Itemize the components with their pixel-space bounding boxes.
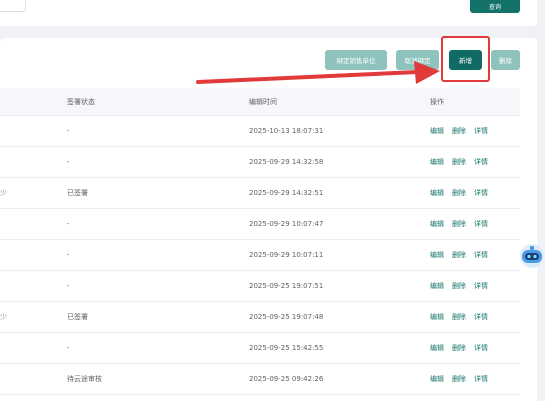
delete-link[interactable]: 删除 (452, 313, 466, 321)
cell-sign-status: - (67, 282, 70, 290)
cell-edit-time: 2025-09-25 15:42:55 (249, 344, 324, 352)
table-row: 待云途审核 2025-09-25 09:42:26 编辑 删除 详情 (0, 364, 520, 395)
delete-button[interactable]: 删除 (491, 50, 520, 70)
detail-link[interactable]: 详情 (474, 375, 488, 383)
cell-sign-status: 已签署 (67, 189, 88, 197)
search-panel: 查询 (0, 0, 537, 26)
header-edit-time: 编辑时间 (249, 98, 277, 106)
cell-actions: 编辑 删除 详情 (430, 178, 496, 209)
cell-actions: 编辑 删除 详情 (430, 333, 496, 364)
cell-edit-time: 2025-09-29 14:32:58 (249, 158, 324, 166)
bind-sales-unit-button[interactable]: 绑定销售单位 (325, 50, 387, 70)
delete-link[interactable]: 删除 (452, 189, 466, 197)
cell-edit-time: 2025-09-29 10:07:47 (249, 220, 324, 228)
cell-sign-status: 待云途审核 (67, 375, 102, 383)
cell-edit-time: 2025-09-25 19:07:48 (249, 313, 324, 321)
table-row: - 2025-09-29 14:32:58 编辑 删除 详情 (0, 147, 520, 178)
cell-sign-status: - (67, 344, 70, 352)
cell-edit-time: 2025-09-29 14:32:51 (249, 189, 324, 197)
detail-link[interactable]: 详情 (474, 251, 488, 259)
table-row: - 2025-09-25 19:07:51 编辑 删除 详情 (0, 271, 520, 302)
delete-link[interactable]: 删除 (452, 282, 466, 290)
cell-edit-time: 2025-09-29 10:07:11 (249, 251, 324, 259)
delete-link[interactable]: 删除 (452, 344, 466, 352)
assistant-robot-icon[interactable] (517, 242, 545, 270)
detail-link[interactable]: 详情 (474, 189, 488, 197)
edit-link[interactable]: 编辑 (430, 127, 444, 135)
edit-link[interactable]: 编辑 (430, 375, 444, 383)
cell-sign-status: - (67, 220, 70, 228)
edit-link[interactable]: 编辑 (430, 189, 444, 197)
table-row: - 2025-09-25 15:42:55 编辑 删除 详情 (0, 333, 520, 364)
cell-sign-status: - (67, 127, 70, 135)
detail-link[interactable]: 详情 (474, 158, 488, 166)
page-scroll-area (537, 0, 545, 401)
detail-link[interactable]: 详情 (474, 127, 488, 135)
table-header: 签署状态 编辑时间 操作 (0, 88, 520, 116)
cell-actions: 编辑 删除 详情 (430, 271, 496, 302)
cell-truncated: 少 (0, 313, 7, 321)
delete-link[interactable]: 删除 (452, 375, 466, 383)
header-sign-status: 签署状态 (67, 98, 95, 106)
detail-link[interactable]: 详情 (474, 282, 488, 290)
add-button[interactable]: 新增 (449, 50, 482, 70)
cell-sign-status: - (67, 251, 70, 259)
edit-link[interactable]: 编辑 (430, 158, 444, 166)
detail-link[interactable]: 详情 (474, 344, 488, 352)
table-row: - 2025-10-13 18:07:31 编辑 删除 详情 (0, 116, 520, 147)
cell-truncated: 少 (0, 189, 7, 197)
query-button[interactable]: 查询 (470, 0, 520, 13)
detail-link[interactable]: 详情 (474, 313, 488, 321)
cell-actions: 编辑 删除 详情 (430, 364, 496, 395)
edit-link[interactable]: 编辑 (430, 344, 444, 352)
cell-actions: 编辑 删除 详情 (430, 240, 496, 271)
search-field[interactable] (0, 0, 26, 12)
delete-link[interactable]: 删除 (452, 127, 466, 135)
cell-sign-status: - (67, 158, 70, 166)
cell-actions: 编辑 删除 详情 (430, 209, 496, 240)
cell-sign-status: 已签署 (67, 313, 88, 321)
cell-edit-time: 2025-09-25 09:42:26 (249, 375, 324, 383)
table-row: - 2025-09-29 10:07:47 编辑 删除 详情 (0, 209, 520, 240)
cell-actions: 编辑 删除 详情 (430, 302, 496, 333)
edit-link[interactable]: 编辑 (430, 220, 444, 228)
delete-link[interactable]: 删除 (452, 158, 466, 166)
delete-link[interactable]: 删除 (452, 220, 466, 228)
cell-edit-time: 2025-09-25 19:07:51 (249, 282, 324, 290)
table-row: 少 已签署 2025-09-25 19:07:48 编辑 删除 详情 (0, 302, 520, 333)
edit-link[interactable]: 编辑 (430, 282, 444, 290)
cell-actions: 编辑 删除 详情 (430, 116, 496, 147)
unbind-button[interactable]: 取消绑定 (396, 50, 439, 70)
header-actions: 操作 (430, 98, 444, 106)
table-row: - 2025-09-29 10:07:11 编辑 删除 详情 (0, 240, 520, 271)
delete-link[interactable]: 删除 (452, 251, 466, 259)
edit-link[interactable]: 编辑 (430, 251, 444, 259)
table-row: 少 已签署 2025-09-29 14:32:51 编辑 删除 详情 (0, 178, 520, 209)
cell-edit-time: 2025-10-13 18:07:31 (249, 127, 324, 135)
detail-link[interactable]: 详情 (474, 220, 488, 228)
edit-link[interactable]: 编辑 (430, 313, 444, 321)
cell-actions: 编辑 删除 详情 (430, 147, 496, 178)
